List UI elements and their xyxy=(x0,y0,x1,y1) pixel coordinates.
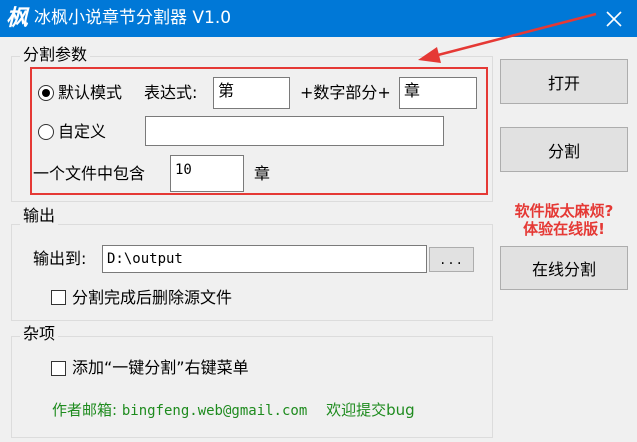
author-email-label: 作者邮箱: xyxy=(52,401,118,419)
custom-expression-input[interactable] xyxy=(145,116,444,146)
misc-group-legend: 杂项 xyxy=(20,324,59,344)
promo-line-2: 体验在线版! xyxy=(523,220,605,238)
number-part-label: +数字部分+ xyxy=(300,83,391,102)
open-button-label: 打开 xyxy=(547,73,580,93)
browse-button[interactable]: ... xyxy=(429,247,474,272)
split-button-label: 分割 xyxy=(547,141,580,161)
close-icon xyxy=(605,10,622,27)
bug-report-text: 欢迎提交bug xyxy=(326,401,415,419)
context-menu-checkbox[interactable] xyxy=(51,361,66,376)
title-bar: 枫 冰枫小说章节分割器 V1.0 xyxy=(0,0,637,37)
expression-label: 表达式: xyxy=(144,83,198,102)
author-email-line: 作者邮箱: bingfeng.web@gmail.com 欢迎提交bug xyxy=(52,400,415,421)
prefix-input[interactable]: 第 xyxy=(213,77,290,109)
per-file-unit: 章 xyxy=(254,164,271,183)
online-split-button-label: 在线分割 xyxy=(531,260,596,279)
misc-groupbox xyxy=(11,336,493,438)
context-menu-label[interactable]: 添加“一键分割”右键菜单 xyxy=(72,358,249,378)
output-group-legend: 输出 xyxy=(20,206,59,226)
window-title: 冰枫小说章节分割器 V1.0 xyxy=(34,8,232,28)
promo-line-1: 软件版太麻烦? xyxy=(514,202,614,220)
default-mode-radio[interactable] xyxy=(38,85,54,101)
per-file-label: 一个文件中包含 xyxy=(33,164,146,183)
per-file-input[interactable]: 10 xyxy=(170,155,244,192)
delete-source-label[interactable]: 分割完成后删除源文件 xyxy=(72,288,232,308)
online-split-button[interactable]: 在线分割 xyxy=(500,246,628,290)
author-email-link[interactable]: bingfeng.web@gmail.com xyxy=(122,403,307,419)
split-button[interactable]: 分割 xyxy=(500,127,628,172)
browse-button-label: ... xyxy=(439,252,464,267)
custom-mode-label[interactable]: 自定义 xyxy=(58,122,106,142)
custom-mode-radio[interactable] xyxy=(38,124,54,140)
delete-source-checkbox[interactable] xyxy=(51,290,66,305)
open-button[interactable]: 打开 xyxy=(500,59,628,104)
output-to-label: 输出到: xyxy=(33,249,87,268)
suffix-input[interactable]: 章 xyxy=(399,77,477,109)
params-group-legend: 分割参数 xyxy=(20,45,91,65)
close-button[interactable] xyxy=(590,0,637,37)
app-logo-icon: 枫 xyxy=(6,5,29,31)
default-mode-label[interactable]: 默认模式 xyxy=(58,83,122,103)
output-path-input[interactable]: D:\output xyxy=(102,245,427,273)
